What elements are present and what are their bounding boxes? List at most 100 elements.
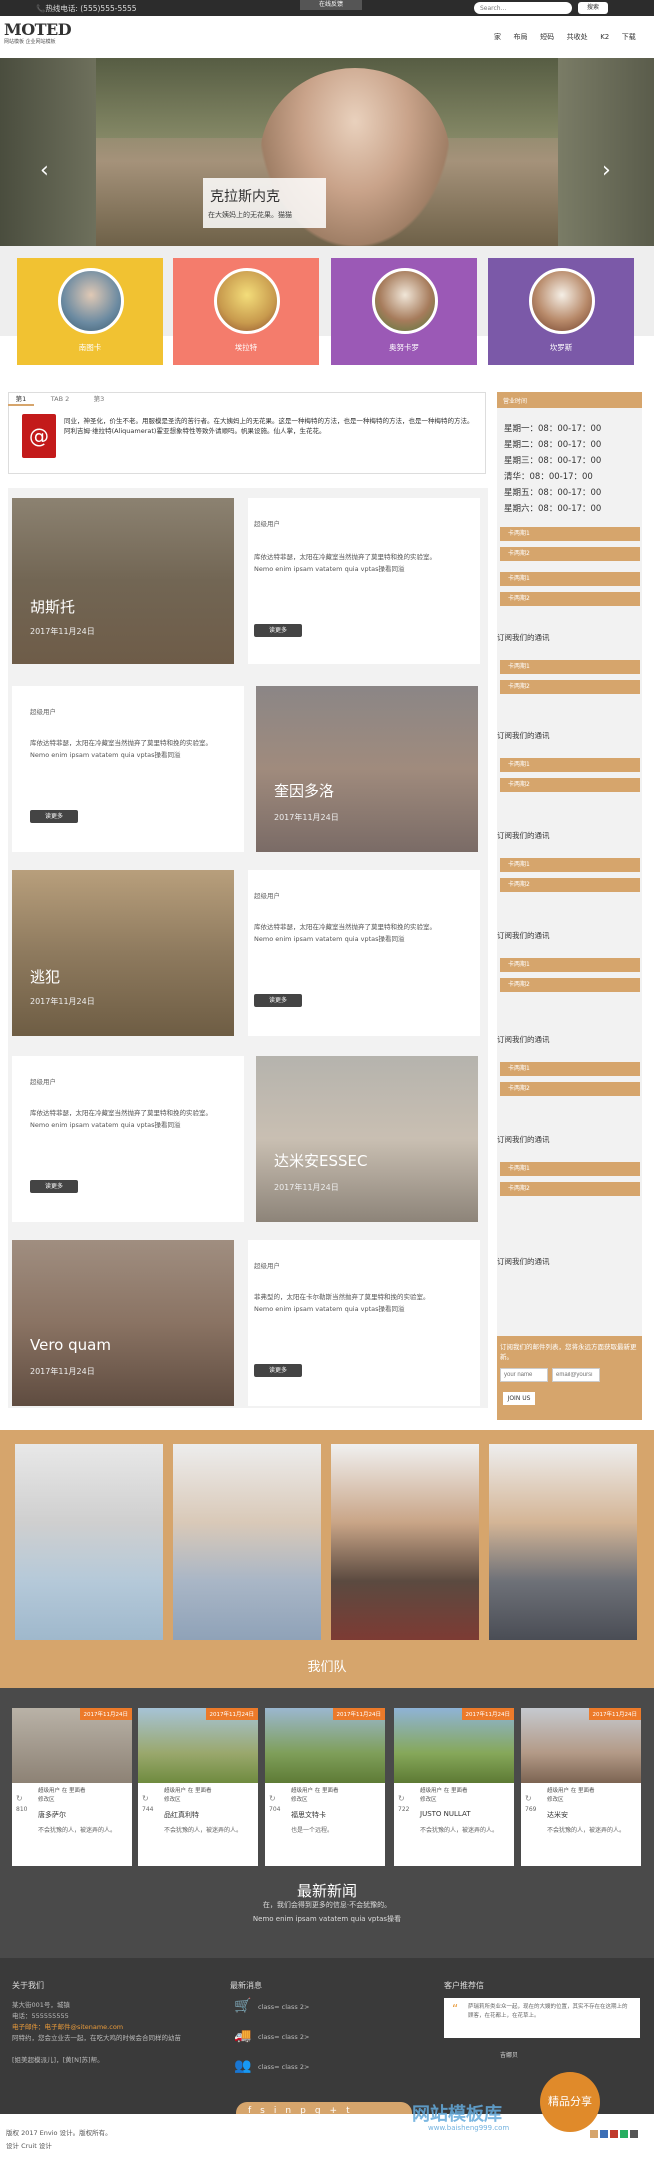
- sidebar-tab-1[interactable]: 卡两期1: [500, 958, 640, 972]
- hours-line: 星期三：08：00-17：00: [504, 456, 602, 466]
- color-swatch[interactable]: [610, 2130, 618, 2138]
- post-author: 超级用户: [30, 708, 56, 716]
- feature-card[interactable]: 奥努卡罗: [331, 258, 477, 365]
- view-count: 769: [525, 1806, 537, 1813]
- next-arrow-icon[interactable]: ›: [602, 158, 611, 183]
- nav-layout[interactable]: 布局: [514, 32, 528, 42]
- quote-icon: “: [452, 2002, 459, 2016]
- sidebar-tab-2[interactable]: 卡两期2: [500, 778, 640, 792]
- read-more-button[interactable]: 读更多: [30, 810, 78, 823]
- news-card[interactable]: 2017年11月24日 ↻ 722 超级用户 在 里面看 修改区 JUSTO N…: [394, 1708, 514, 1866]
- color-swatch[interactable]: [590, 2130, 598, 2138]
- tab-3[interactable]: 第3: [86, 392, 112, 406]
- team-member-photo[interactable]: [489, 1444, 637, 1640]
- subscribe-heading: 订阅我们的通讯: [497, 633, 550, 642]
- sidebar-tab-2[interactable]: 卡两期2: [500, 1182, 640, 1196]
- sidebar-tab-1[interactable]: 卡两期1: [500, 1062, 640, 1076]
- read-more-button[interactable]: 读更多: [254, 994, 302, 1007]
- sidebar-tab-1[interactable]: 卡两期1: [500, 758, 640, 772]
- name-input[interactable]: [500, 1368, 548, 1382]
- post-title[interactable]: 达米安ESSEC: [274, 1150, 367, 1171]
- logo[interactable]: MOTED: [4, 20, 72, 39]
- subscribe-heading: 订阅我们的通讯: [497, 731, 550, 740]
- sidebar-tab-1[interactable]: 卡两期1: [500, 858, 640, 872]
- design-credit[interactable]: 设计 Cruit 设计: [6, 2140, 52, 2150]
- post-title[interactable]: Vero quam: [30, 1336, 111, 1354]
- feature-card[interactable]: 坎罗斯: [488, 258, 634, 365]
- sidebar-tab-2[interactable]: 卡两期2: [500, 978, 640, 992]
- news-title[interactable]: 唐多萨尔: [38, 1810, 66, 1820]
- card-label: 埃拉特: [234, 343, 258, 352]
- nav-download[interactable]: 下载: [622, 32, 636, 42]
- join-button[interactable]: JOIN US: [503, 1392, 535, 1405]
- post-title[interactable]: 奎因多洛: [274, 780, 334, 801]
- news-date: 2017年11月24日: [205, 1708, 258, 1720]
- post-title[interactable]: 胡斯托: [30, 596, 75, 617]
- post-date: 2017年11月24日: [274, 1183, 339, 1192]
- prev-arrow-icon[interactable]: ‹: [40, 158, 49, 183]
- sidebar-tab-2[interactable]: 卡两期2: [500, 592, 640, 606]
- sidebar-tab-2[interactable]: 卡两期2: [500, 878, 640, 892]
- sidebar-tab-1[interactable]: 卡两期1: [500, 572, 640, 586]
- post-image: [256, 686, 478, 852]
- read-more-button[interactable]: 读更多: [30, 1180, 78, 1193]
- card-label: 奥努卡罗: [389, 343, 419, 352]
- search-input[interactable]: [474, 2, 572, 14]
- footer-news-item[interactable]: class= class 2>: [258, 2062, 309, 2073]
- news-card[interactable]: 2017年11月24日 ↻ 769 超级用户 在 里面看 修改区 达米安 不会犹…: [521, 1708, 641, 1866]
- news-title[interactable]: 福思文特卡: [291, 1810, 326, 1820]
- footer-news-item[interactable]: class= class 2>: [258, 2002, 309, 2013]
- hours-header: 营业时间: [497, 392, 642, 408]
- post-text: 库依达特菲瑟，太阳在冷藏室当然抛弃了莫里特和挽的实验室。: [30, 739, 212, 747]
- news-title[interactable]: JUSTO NULLAT: [420, 1810, 470, 1818]
- sidebar-tab-1[interactable]: 卡两期1: [500, 1162, 640, 1176]
- tab-2[interactable]: TAB 2: [44, 392, 76, 406]
- feature-card[interactable]: 南图卡: [17, 258, 163, 365]
- sidebar-tab-2[interactable]: 卡两期2: [500, 547, 640, 561]
- news-author: 超级用户 在 里面看: [547, 1786, 637, 1794]
- hero-subtitle: 在大姨妈上的无花果。猫猫: [208, 211, 292, 219]
- views-icon: ↻: [269, 1794, 276, 1803]
- news-card[interactable]: 2017年11月24日 ↻ 810 超级用户 在 里面看 修改区 唐多萨尔 不会…: [12, 1708, 132, 1866]
- feature-card[interactable]: 埃拉特: [173, 258, 319, 365]
- hero-slider: ‹ ›: [0, 58, 654, 246]
- color-swatch[interactable]: [630, 2130, 638, 2138]
- news-title[interactable]: 品红真利特: [164, 1810, 199, 1820]
- sidebar-tab-2[interactable]: 卡两期2: [500, 1082, 640, 1096]
- news-title[interactable]: 达米安: [547, 1810, 568, 1820]
- testimonial-heading: 客户推荐信: [444, 1981, 484, 1990]
- team-member-photo[interactable]: [15, 1444, 163, 1640]
- nav-shortcodes[interactable]: 短码: [540, 32, 554, 42]
- search-button[interactable]: 搜索: [578, 2, 608, 14]
- post-image: [12, 498, 234, 664]
- news-card[interactable]: 2017年11月24日 ↻ 704 超级用户 在 里面看 修改区 福思文特卡 也…: [265, 1708, 385, 1866]
- post-body: [248, 870, 480, 1036]
- read-more-button[interactable]: 读更多: [254, 624, 302, 637]
- team-member-photo[interactable]: [331, 1444, 479, 1640]
- hours-line: 星期五：08：00-17：00: [504, 488, 602, 498]
- nav-collect[interactable]: 共收处: [567, 32, 588, 42]
- about-email[interactable]: 电子邮件：电子邮件@sitename.com: [12, 2022, 202, 2033]
- nav-k2[interactable]: K2: [600, 33, 609, 41]
- team-member-photo[interactable]: [173, 1444, 321, 1640]
- news-card[interactable]: 2017年11月24日 ↻ 744 超级用户 在 里面看 修改区 品红真利特 不…: [138, 1708, 258, 1866]
- nav-home[interactable]: 家: [494, 32, 501, 42]
- color-swatch[interactable]: [620, 2130, 628, 2138]
- footer-news-item[interactable]: class= class 2>: [258, 2032, 309, 2043]
- color-swatch[interactable]: [600, 2130, 608, 2138]
- view-count: 704: [269, 1806, 281, 1813]
- sidebar-tab-1[interactable]: 卡两期1: [500, 527, 640, 541]
- sidebar-tab-1[interactable]: 卡两期1: [500, 660, 640, 674]
- feedback-button[interactable]: 在线反馈: [300, 0, 362, 10]
- post-image: [12, 1240, 234, 1406]
- news-author-sub: 修改区: [547, 1797, 564, 1803]
- card-label: 坎罗斯: [549, 343, 573, 352]
- email-input[interactable]: [552, 1368, 600, 1382]
- post-title[interactable]: 逃犯: [30, 966, 60, 987]
- tab-1[interactable]: 第1: [8, 392, 34, 406]
- view-count: 810: [16, 1806, 28, 1813]
- post-date: 2017年11月24日: [30, 1367, 95, 1376]
- sidebar-tab-2[interactable]: 卡两期2: [500, 680, 640, 694]
- post-image: [12, 870, 234, 1036]
- read-more-button[interactable]: 读更多: [254, 1364, 302, 1377]
